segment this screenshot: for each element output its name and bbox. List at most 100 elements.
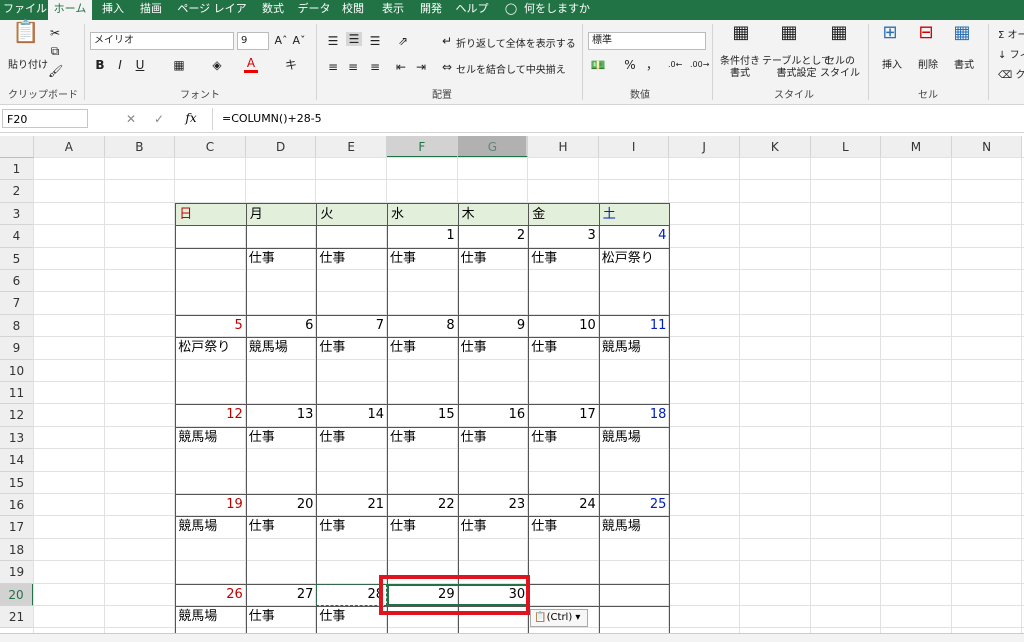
insert-function-icon[interactable]: fx — [182, 111, 200, 125]
date-cell[interactable]: 25 — [599, 494, 670, 516]
fill-color-icon[interactable]: ◈ — [210, 58, 224, 72]
tab-insert[interactable]: 挿入 — [96, 0, 130, 20]
font-name-select[interactable]: メイリオ — [90, 32, 234, 50]
align-top-icon[interactable]: ☰ — [326, 34, 340, 48]
tab-draw[interactable]: 描画 — [134, 0, 168, 20]
column-header-a[interactable]: A — [34, 136, 105, 158]
tab-home[interactable]: ホーム — [48, 0, 92, 20]
row-header-13[interactable]: 13 — [0, 427, 34, 449]
worksheet-grid[interactable]: ABCDEFGHIJKLMN12345678910111213141516171… — [0, 136, 1024, 641]
event-cell[interactable] — [175, 248, 246, 270]
row-header-5[interactable]: 5 — [0, 248, 34, 270]
tab-help[interactable]: ヘルプ — [452, 0, 492, 20]
date-cell[interactable]: 8 — [387, 315, 458, 337]
copy-icon[interactable]: ⧉ — [48, 44, 62, 58]
format-cells-icon[interactable]: ▦ — [952, 26, 972, 40]
currency-icon[interactable]: 💵 — [590, 58, 606, 72]
column-header-b[interactable]: B — [105, 136, 176, 158]
row-header-18[interactable]: 18 — [0, 539, 34, 561]
event-cell[interactable]: 仕事 — [316, 516, 387, 538]
tab-data[interactable]: データ — [294, 0, 334, 20]
tab-file[interactable]: ファイル — [2, 0, 48, 20]
row-header-21[interactable]: 21 — [0, 606, 34, 628]
event-cell[interactable]: 仕事 — [316, 337, 387, 359]
underline-button[interactable]: U — [134, 58, 146, 72]
cell-styles-icon[interactable]: ▦ — [828, 26, 850, 40]
date-cell[interactable]: 22 — [387, 494, 458, 516]
row-header-1[interactable]: 1 — [0, 158, 34, 180]
date-cell[interactable]: 21 — [316, 494, 387, 516]
conditional-format-button[interactable]: 条件付き 書式 — [720, 56, 760, 80]
insert-cells-icon[interactable]: ⊞ — [880, 26, 900, 40]
delete-cells-button[interactable]: 削除 — [918, 56, 938, 71]
orientation-icon[interactable]: ⇗ — [394, 34, 412, 48]
date-cell[interactable]: 20 — [246, 494, 317, 516]
tab-view[interactable]: 表示 — [376, 0, 410, 20]
align-middle-icon[interactable]: ☰ — [346, 32, 362, 46]
row-header-16[interactable]: 16 — [0, 494, 34, 516]
align-bottom-icon[interactable]: ☰ — [368, 34, 382, 48]
decrease-decimal-icon[interactable]: .00→ — [690, 58, 704, 72]
number-format-select[interactable]: 標準 — [588, 32, 706, 50]
paste-button[interactable]: 貼り付け — [8, 56, 48, 71]
tab-formulas[interactable]: 数式 — [256, 0, 290, 20]
event-cell[interactable]: 競馬場 — [175, 427, 246, 449]
wrap-text-button[interactable]: 折り返して全体を表示する — [456, 35, 576, 50]
clear-button[interactable]: ⌫ クリ — [998, 66, 1024, 81]
row-header-17[interactable]: 17 — [0, 516, 34, 538]
paste-icon[interactable]: 📋 — [12, 26, 40, 54]
event-cell[interactable]: 競馬場 — [599, 427, 670, 449]
row-header-6[interactable]: 6 — [0, 270, 34, 292]
row-header-15[interactable]: 15 — [0, 472, 34, 494]
date-cell[interactable]: 12 — [175, 404, 246, 426]
percent-button[interactable]: % — [624, 58, 636, 72]
date-cell[interactable]: 9 — [458, 315, 529, 337]
event-cell[interactable]: 競馬場 — [599, 337, 670, 359]
event-cell[interactable]: 仕事 — [528, 248, 599, 270]
column-header-c[interactable]: C — [175, 136, 246, 158]
date-cell[interactable]: 5 — [175, 315, 246, 337]
row-header-9[interactable]: 9 — [0, 337, 34, 359]
event-cell[interactable]: 仕事 — [387, 516, 458, 538]
font-color-icon[interactable]: A — [244, 56, 258, 73]
insert-cells-button[interactable]: 挿入 — [882, 56, 902, 71]
align-center-icon[interactable]: ≡ — [346, 60, 360, 74]
event-cell[interactable]: 仕事 — [528, 427, 599, 449]
date-cell[interactable]: 26 — [175, 584, 246, 606]
date-cell[interactable]: 1 — [387, 225, 458, 247]
format-cells-button[interactable]: 書式 — [954, 56, 974, 71]
row-header-4[interactable]: 4 — [0, 225, 34, 247]
delete-cells-icon[interactable]: ⊟ — [916, 26, 936, 40]
merge-center-button[interactable]: セルを結合して中央揃え — [456, 61, 566, 76]
date-cell[interactable]: 2 — [458, 225, 529, 247]
format-table-icon[interactable]: ▦ — [778, 26, 800, 40]
event-cell[interactable]: 仕事 — [458, 427, 529, 449]
increase-indent-icon[interactable]: ⇥ — [414, 60, 428, 74]
name-box[interactable]: F20 — [2, 109, 88, 128]
date-cell[interactable] — [246, 225, 317, 247]
event-cell[interactable]: 仕事 — [316, 606, 387, 628]
date-cell[interactable]: 7 — [316, 315, 387, 337]
column-header-m[interactable]: M — [881, 136, 952, 158]
date-cell[interactable]: 18 — [599, 404, 670, 426]
event-cell[interactable]: 仕事 — [458, 248, 529, 270]
event-cell[interactable]: 競馬場 — [599, 516, 670, 538]
tab-page-layout[interactable]: ページ レイアウト — [172, 0, 252, 20]
row-header-8[interactable]: 8 — [0, 315, 34, 337]
date-cell[interactable]: 4 — [599, 225, 670, 247]
event-cell[interactable]: 競馬場 — [175, 606, 246, 628]
date-cell[interactable]: 16 — [458, 404, 529, 426]
tab-review[interactable]: 校閲 — [336, 0, 370, 20]
date-cell[interactable]: 15 — [387, 404, 458, 426]
column-header-e[interactable]: E — [316, 136, 387, 158]
event-cell[interactable] — [599, 606, 670, 628]
column-header-h[interactable]: H — [528, 136, 599, 158]
comma-button[interactable]: ， — [646, 58, 658, 72]
event-cell[interactable]: 仕事 — [316, 248, 387, 270]
bold-button[interactable]: B — [94, 58, 106, 72]
row-header-3[interactable]: 3 — [0, 203, 34, 225]
cancel-icon[interactable]: ✕ — [124, 112, 138, 126]
increase-font-icon[interactable]: Aˆ — [274, 34, 288, 48]
align-left-icon[interactable]: ≡ — [326, 60, 340, 74]
column-header-k[interactable]: K — [740, 136, 811, 158]
